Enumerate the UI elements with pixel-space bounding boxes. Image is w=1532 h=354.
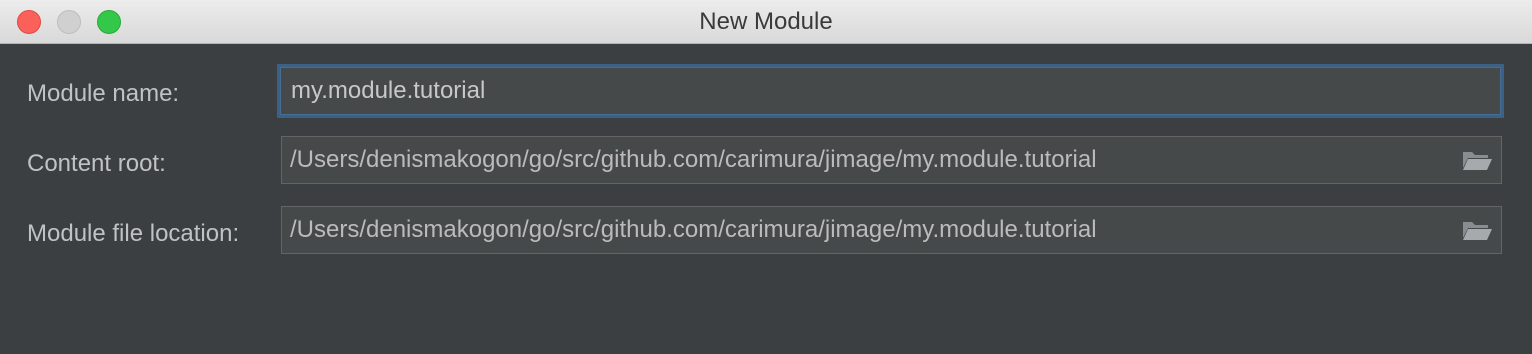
module-name-label: Module name: [27,80,180,107]
content-root-value: /Users/denismakogon/go/src/github.com/ca… [290,146,1097,173]
folder-icon[interactable] [1461,218,1493,242]
content-root-input[interactable]: /Users/denismakogon/go/src/github.com/ca… [281,136,1502,184]
module-file-location-value: /Users/denismakogon/go/src/github.com/ca… [290,216,1097,243]
content-root-label: Content root: [27,150,166,177]
title-bar[interactable]: New Module [0,0,1532,44]
module-file-location-label: Module file location: [27,220,240,247]
module-name-value: my.module.tutorial [291,77,486,104]
window-title: New Module [699,8,833,35]
module-file-location-input[interactable]: /Users/denismakogon/go/src/github.com/ca… [281,206,1502,254]
new-module-dialog: New Module Module name: my.module.tutori… [0,0,1532,354]
module-name-input[interactable]: my.module.tutorial [277,64,1504,118]
folder-icon[interactable] [1461,148,1493,172]
